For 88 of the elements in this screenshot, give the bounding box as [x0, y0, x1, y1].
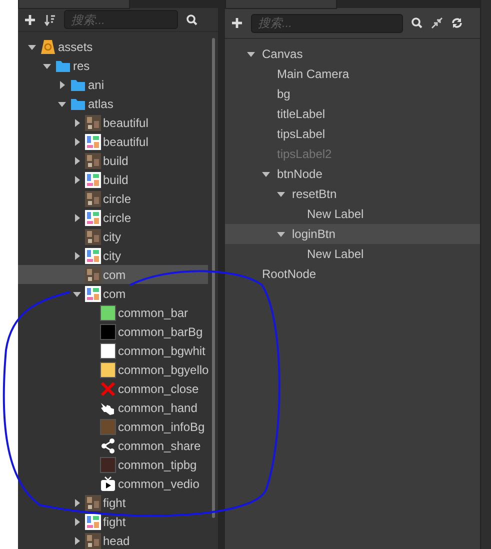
- node-item[interactable]: bg: [225, 84, 480, 104]
- sprite-swatch: [100, 324, 116, 340]
- asset-item[interactable]: common_barBg: [18, 322, 208, 341]
- asset-item[interactable]: head: [18, 531, 208, 549]
- sprite-swatch: [100, 418, 116, 434]
- image-thumbnail-icon: [85, 190, 101, 206]
- node-item[interactable]: loginBtn: [225, 224, 480, 244]
- asset-item[interactable]: common_bar: [18, 303, 208, 322]
- asset-item[interactable]: common_share: [18, 436, 208, 455]
- refresh-icon[interactable]: [451, 17, 463, 29]
- caret-right-icon[interactable]: [73, 156, 81, 164]
- node-item[interactable]: New Label: [225, 204, 480, 224]
- sort-icon[interactable]: [44, 14, 56, 26]
- node-item[interactable]: Main Camera: [225, 64, 480, 84]
- sprite-swatch: [100, 362, 116, 378]
- database-icon: [40, 38, 56, 54]
- image-thumbnail-icon: [85, 228, 101, 244]
- asset-item[interactable]: fight: [18, 512, 208, 531]
- node-item[interactable]: Canvas: [225, 44, 480, 64]
- atlas-icon: [85, 134, 101, 150]
- caret-down-icon[interactable]: [277, 230, 285, 238]
- caret-right-icon[interactable]: [73, 518, 81, 526]
- asset-item[interactable]: assets: [18, 37, 208, 56]
- asset-item[interactable]: beautiful: [18, 132, 208, 151]
- node-item[interactable]: New Label: [225, 244, 480, 264]
- caret-down-icon[interactable]: [277, 190, 285, 198]
- caret-right-icon[interactable]: [73, 118, 81, 126]
- caret-right-icon[interactable]: [73, 252, 81, 260]
- caret-right-icon[interactable]: [73, 176, 81, 184]
- image-thumbnail-icon: [85, 494, 101, 510]
- search-icon[interactable]: [186, 14, 198, 26]
- asset-item[interactable]: city: [18, 227, 208, 246]
- plus-icon[interactable]: [231, 17, 243, 29]
- cross-icon: [100, 380, 116, 396]
- search-field[interactable]: 搜索...: [64, 10, 178, 29]
- plus-icon[interactable]: [24, 14, 36, 26]
- asset-item[interactable]: common_bgyello: [18, 360, 208, 379]
- sprite-swatch: [100, 342, 116, 358]
- asset-item[interactable]: com: [18, 265, 208, 284]
- tv-play-icon: [100, 476, 116, 492]
- asset-item[interactable]: com: [18, 284, 208, 303]
- asset-item[interactable]: fight: [18, 493, 208, 512]
- sprite-swatch: [100, 456, 116, 472]
- atlas-icon: [85, 248, 101, 264]
- search-field[interactable]: 搜索...: [251, 14, 403, 32]
- asset-item[interactable]: beautiful: [18, 113, 208, 132]
- caret-down-icon[interactable]: [43, 62, 51, 70]
- image-thumbnail-icon: [85, 266, 101, 282]
- asset-item[interactable]: build: [18, 151, 208, 170]
- asset-item[interactable]: circle: [18, 208, 208, 227]
- collapse-arrows-icon[interactable]: [431, 17, 443, 29]
- asset-item[interactable]: common_tipbg: [18, 455, 208, 474]
- caret-down-icon[interactable]: [73, 290, 81, 298]
- image-thumbnail-icon: [85, 114, 101, 130]
- asset-item[interactable]: common_hand: [18, 398, 208, 417]
- caret-right-icon[interactable]: [73, 536, 81, 544]
- atlas-icon: [85, 210, 101, 226]
- node-item[interactable]: titleLabel: [225, 104, 480, 124]
- node-item[interactable]: tipsLabel: [225, 124, 480, 144]
- atlas-icon: [85, 286, 101, 302]
- search-icon[interactable]: [411, 17, 423, 29]
- atlas-icon: [85, 172, 101, 188]
- asset-item[interactable]: res: [18, 56, 208, 75]
- caret-right-icon[interactable]: [73, 214, 81, 222]
- sprite-swatch: [100, 304, 116, 320]
- caret-down-icon[interactable]: [28, 42, 36, 50]
- image-thumbnail-icon: [85, 532, 101, 548]
- atlas-icon: [85, 514, 101, 530]
- node-item[interactable]: RootNode: [225, 264, 480, 284]
- asset-item[interactable]: common_close: [18, 379, 208, 398]
- asset-item[interactable]: city: [18, 246, 208, 265]
- caret-down-icon[interactable]: [58, 100, 66, 108]
- asset-item[interactable]: circle: [18, 189, 208, 208]
- asset-item[interactable]: ani: [18, 75, 208, 94]
- node-item[interactable]: resetBtn: [225, 184, 480, 204]
- caret-right-icon[interactable]: [58, 80, 66, 88]
- caret-right-icon[interactable]: [73, 138, 81, 146]
- asset-item[interactable]: common_vedio: [18, 474, 208, 493]
- asset-item[interactable]: common_infoBg: [18, 417, 208, 436]
- asset-item[interactable]: common_bgwhit: [18, 341, 208, 360]
- asset-item[interactable]: build: [18, 170, 208, 189]
- asset-item[interactable]: atlas: [18, 94, 208, 113]
- caret-down-icon[interactable]: [247, 50, 255, 58]
- node-item[interactable]: btnNode: [225, 164, 480, 184]
- share-icon: [100, 438, 116, 454]
- caret-right-icon[interactable]: [73, 498, 81, 506]
- caret-down-icon[interactable]: [262, 170, 270, 178]
- image-thumbnail-icon: [85, 152, 101, 168]
